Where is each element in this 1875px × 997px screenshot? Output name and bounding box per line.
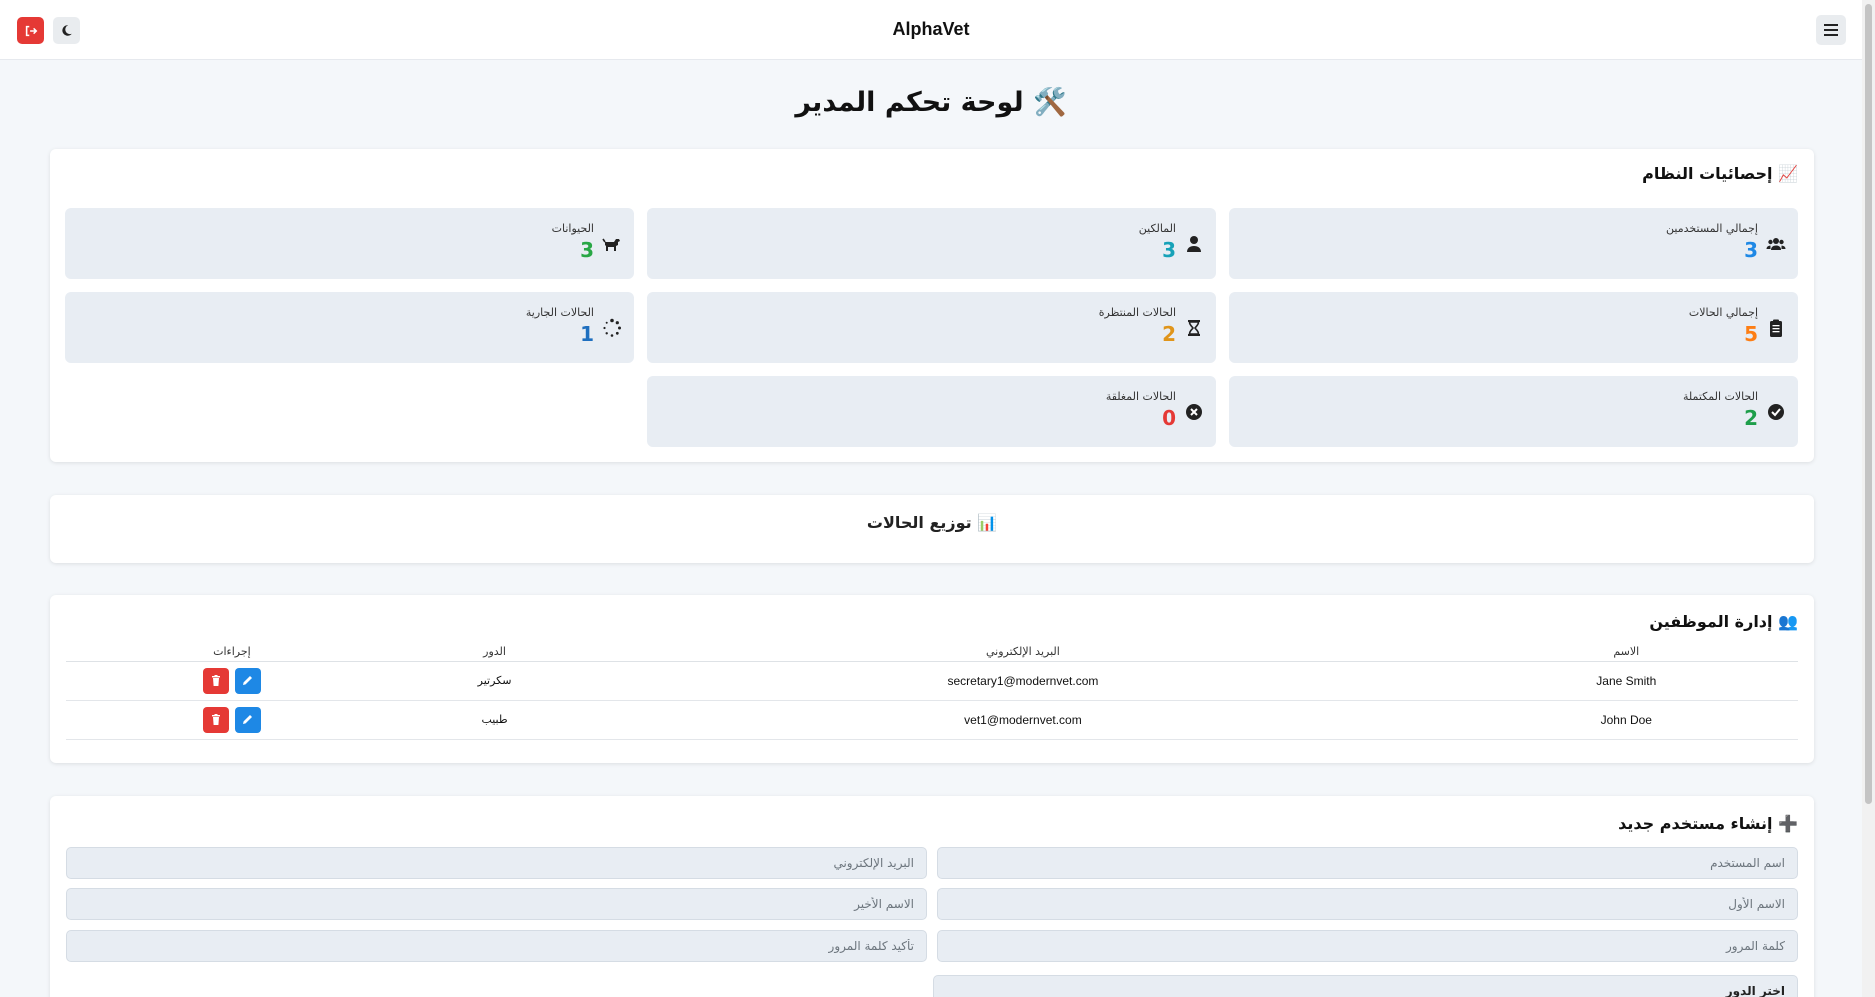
top-navbar: AlphaVet [0, 0, 1862, 60]
hourglass-icon [1188, 320, 1200, 336]
stat-label: إجمالي المستخدمين [1666, 222, 1758, 235]
stat-label: الحالات المكتملة [1682, 390, 1758, 403]
stat-owners: المالكين 3 [647, 208, 1216, 279]
stat-completed-cases: الحالات المكتملة 2 [1229, 376, 1798, 447]
staff-role: طبيب [397, 700, 592, 740]
pencil-icon [243, 676, 253, 685]
create-user-card: ➕ إنشاء مستخدم جديد اختر الدور [50, 796, 1814, 997]
delete-button[interactable] [202, 667, 229, 694]
distribution-title: 📊 توزيع الحالات [866, 513, 998, 532]
users-icon [1766, 238, 1786, 250]
delete-button[interactable] [202, 706, 229, 733]
first-name-input[interactable] [937, 888, 1798, 920]
staff-email: vet1@modernvet.com [591, 700, 1455, 740]
stat-label: الحالات المغلقة [1105, 390, 1176, 403]
app-brand[interactable]: AlphaVet [0, 19, 1862, 40]
stat-total-cases: إجمالي الحالات 5 [1229, 292, 1798, 363]
column-header: الاسم [1454, 642, 1798, 662]
table-row: Jane Smith secretary1@modernvet.com سكرت… [66, 661, 1798, 701]
staff-role: سكرتير [397, 661, 592, 701]
hamburger-icon [1824, 24, 1838, 36]
column-header: البريد الإلكتروني [591, 642, 1455, 662]
stat-value: 5 [1744, 322, 1758, 346]
staff-management-card: 👥 إدارة الموظفين الاسم البريد الإلكتروني… [50, 595, 1814, 763]
role-select-value: اختر الدور [1725, 984, 1785, 997]
stats-title: 📈 إحصائيات النظام [1642, 164, 1798, 183]
stat-label: الحيوانات [551, 222, 594, 235]
stat-value: 3 [1744, 238, 1758, 262]
stat-label: إجمالي الحالات [1688, 306, 1758, 319]
system-stats-card: 📈 إحصائيات النظام إجمالي المستخدمين 3 ال… [50, 149, 1814, 462]
trash-icon [211, 675, 220, 686]
stat-value: 2 [1162, 322, 1176, 346]
stat-animals: الحيوانات 3 [65, 208, 634, 279]
stat-total-users: إجمالي المستخدمين 3 [1229, 208, 1798, 279]
role-select[interactable]: اختر الدور [933, 975, 1798, 997]
stat-pending-cases: الحالات المنتظرة 2 [647, 292, 1216, 363]
last-name-input[interactable] [66, 888, 927, 920]
x-circle-icon [1186, 404, 1202, 420]
stat-label: المالكين [1138, 222, 1176, 235]
staff-name: Jane Smith [1454, 661, 1798, 701]
table-row: John Doe vet1@modernvet.com طبيب [66, 700, 1798, 740]
stat-value: 3 [580, 238, 594, 262]
scrollbar-thumb[interactable] [1865, 4, 1872, 804]
stat-value: 3 [1162, 238, 1176, 262]
staff-name: John Doe [1454, 700, 1798, 740]
stat-value: 1 [580, 322, 594, 346]
column-header: الدور [397, 642, 592, 662]
stat-label: الحالات المنتظرة [1098, 306, 1176, 319]
stat-value: 0 [1162, 406, 1176, 430]
dog-icon [602, 238, 620, 251]
username-input[interactable] [937, 847, 1798, 879]
stat-ongoing-cases: الحالات الجارية 1 [65, 292, 634, 363]
edit-button[interactable] [234, 667, 261, 694]
case-distribution-card: 📊 توزيع الحالات [50, 495, 1814, 563]
spinner-icon [603, 318, 621, 337]
stat-value: 2 [1744, 406, 1758, 430]
clipboard-icon [1770, 319, 1782, 337]
trash-icon [211, 714, 220, 725]
email-input[interactable] [66, 847, 927, 879]
table-header-row: الاسم البريد الإلكتروني الدور إجراءات [66, 642, 1798, 662]
column-header: إجراءات [66, 642, 398, 662]
check-circle-icon [1768, 404, 1784, 420]
staff-table: الاسم البريد الإلكتروني الدور إجراءات Ja… [66, 642, 1798, 740]
staff-actions [66, 661, 398, 701]
confirm-password-input[interactable] [66, 930, 927, 962]
staff-actions [66, 700, 398, 740]
user-icon [1187, 236, 1201, 252]
staff-title: 👥 إدارة الموظفين [1649, 612, 1798, 631]
edit-button[interactable] [234, 706, 261, 733]
stat-label: الحالات الجارية [525, 306, 594, 319]
password-input[interactable] [937, 930, 1798, 962]
page-title: 🛠️ لوحة تحكم المدير [795, 87, 1067, 118]
create-user-title: ➕ إنشاء مستخدم جديد [1618, 814, 1798, 833]
stat-closed-cases: الحالات المغلقة 0 [647, 376, 1216, 447]
pencil-icon [243, 715, 253, 724]
staff-email: secretary1@modernvet.com [591, 661, 1455, 701]
menu-button[interactable] [1816, 15, 1846, 45]
